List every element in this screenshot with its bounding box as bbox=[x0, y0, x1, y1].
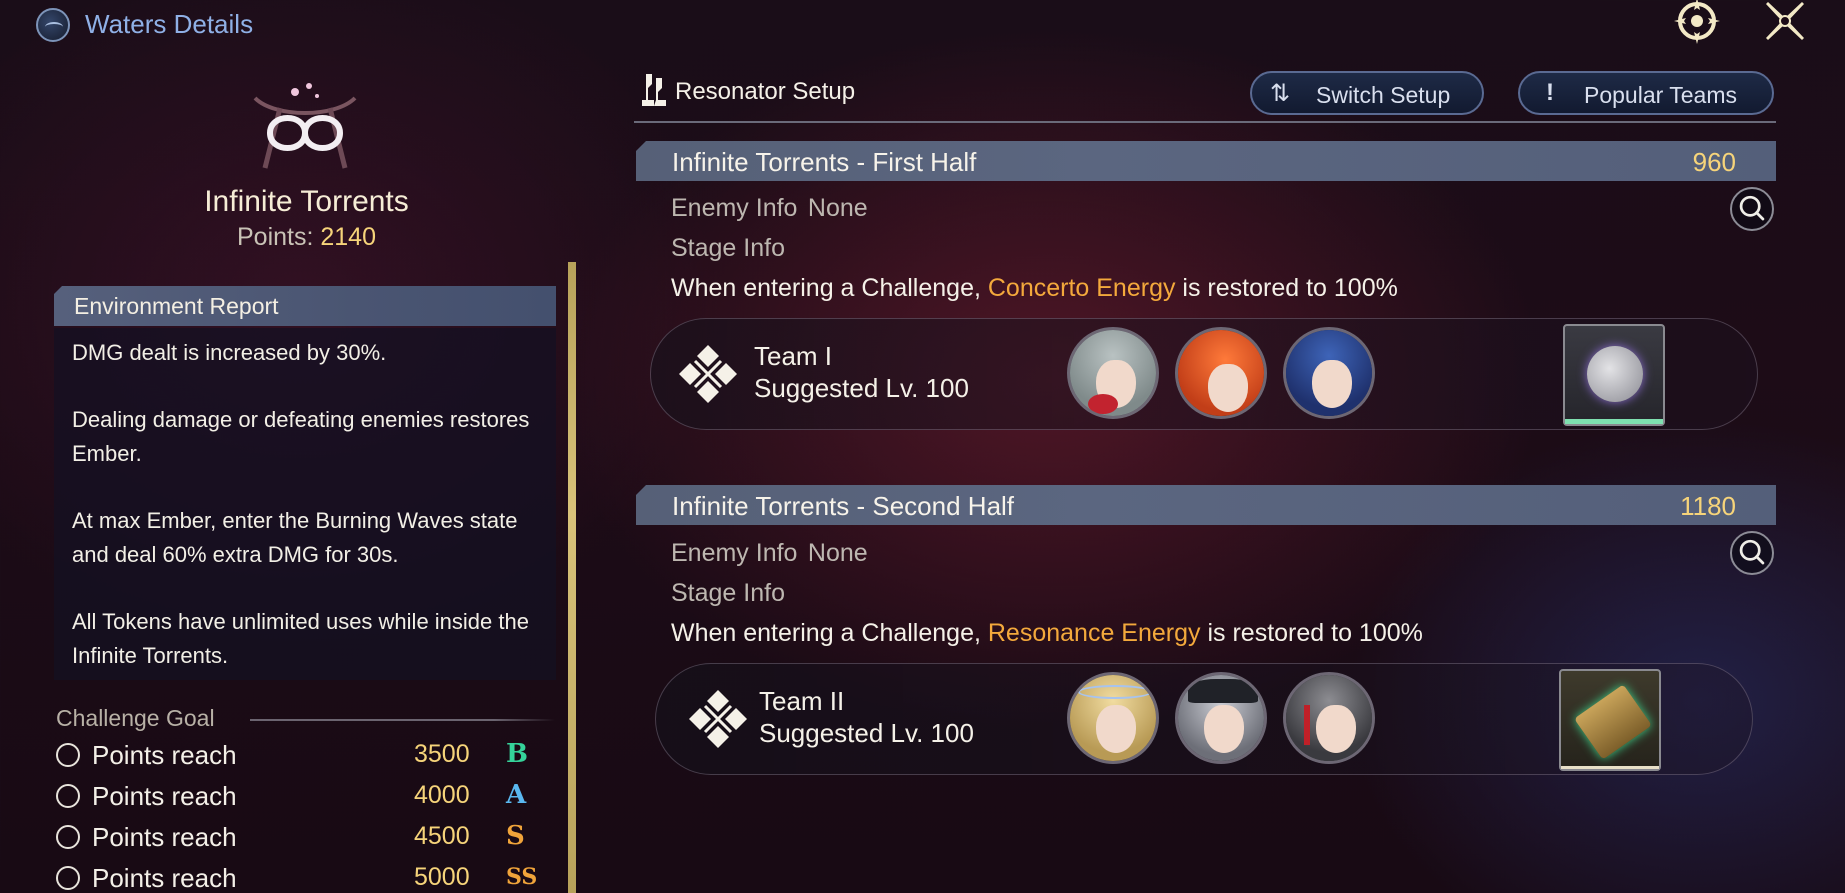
compass-icon[interactable] bbox=[1672, 0, 1722, 46]
stage-text-prefix: When entering a Challenge, bbox=[671, 274, 988, 302]
team-suggested-level: Suggested Lv. 100 bbox=[754, 373, 969, 403]
goal-radio bbox=[56, 866, 80, 890]
goal-label: Points reach bbox=[92, 740, 237, 770]
first-half-header: Infinite Torrents - First Half 960 bbox=[636, 141, 1776, 181]
scrollbar[interactable] bbox=[568, 262, 576, 893]
resonator-avatar[interactable] bbox=[1175, 672, 1267, 764]
environment-paragraph: All Tokens have unlimited uses while ins… bbox=[72, 609, 529, 668]
tower-points: Points: 2140 bbox=[0, 223, 613, 252]
stage-text-prefix: When entering a Challenge, bbox=[671, 619, 988, 647]
resonator-avatar[interactable] bbox=[1283, 327, 1375, 419]
section-title: Infinite Torrents - Second Half bbox=[672, 491, 1015, 521]
divider bbox=[634, 121, 1776, 123]
challenge-goal-row: Points reach 3500 B bbox=[56, 737, 556, 773]
search-icon bbox=[1739, 195, 1765, 221]
exclamation-icon: ! bbox=[1546, 79, 1554, 106]
second-half-header: Infinite Torrents - Second Half 1180 bbox=[636, 485, 1776, 525]
team-suggested-level: Suggested Lv. 100 bbox=[759, 718, 974, 748]
challenge-goal-row: Points reach 5000 SS bbox=[56, 860, 556, 893]
stage-text-suffix: is restored to 100% bbox=[1175, 274, 1398, 302]
enemy-search-button[interactable] bbox=[1730, 531, 1774, 575]
tower-name: Infinite Torrents bbox=[204, 185, 409, 218]
environment-paragraph: At max Ember, enter the Burning Waves st… bbox=[72, 508, 518, 567]
stage-highlight: Concerto Energy bbox=[987, 274, 1176, 302]
challenge-goal-row: Points reach 4000 A bbox=[56, 778, 556, 814]
environment-paragraph: Dealing damage or defeating enemies rest… bbox=[72, 407, 530, 466]
rank-b-icon: B bbox=[506, 739, 528, 769]
resonator-avatar[interactable] bbox=[1175, 327, 1267, 419]
goal-radio bbox=[56, 825, 80, 849]
goal-label: Points reach bbox=[92, 781, 237, 811]
echo-slot[interactable] bbox=[1559, 669, 1661, 771]
section-title: Infinite Torrents - First Half bbox=[672, 147, 977, 177]
enemy-info: Enemy Info None bbox=[671, 194, 868, 223]
popular-teams-label: Popular Teams bbox=[1584, 82, 1737, 108]
resonator-setup-title: Resonator Setup bbox=[675, 78, 856, 105]
enemy-info-value: None bbox=[807, 539, 868, 567]
stage-info-label: Stage Info bbox=[671, 234, 785, 262]
stage-info-label: Stage Info bbox=[671, 579, 785, 607]
tower-emblem-icon bbox=[36, 8, 70, 42]
stage-info-description: When entering a Challenge, Resonance Ene… bbox=[671, 619, 1423, 648]
goal-label: Points reach bbox=[92, 822, 237, 852]
popular-teams-button[interactable]: ! Popular Teams bbox=[1518, 71, 1774, 115]
team-name: Team II bbox=[759, 686, 845, 716]
enemy-search-button[interactable] bbox=[1730, 187, 1774, 231]
enemy-info-value: None bbox=[807, 194, 868, 222]
challenge-goal-title: Challenge Goal bbox=[56, 705, 215, 731]
search-icon bbox=[1739, 539, 1765, 565]
rank-ss-icon: SS bbox=[506, 864, 538, 890]
close-icon[interactable] bbox=[1760, 0, 1810, 46]
team-card[interactable]: Team II Suggested Lv. 100 bbox=[655, 663, 1753, 775]
section-points: 960 bbox=[1692, 147, 1736, 177]
team-crest-icon bbox=[675, 341, 741, 407]
points-value: 2140 bbox=[320, 223, 376, 251]
section-points: 1180 bbox=[1680, 491, 1736, 521]
stage-info-description: When entering a Challenge, Concerto Ener… bbox=[671, 274, 1398, 303]
goal-radio bbox=[56, 743, 80, 767]
team-card[interactable]: Team I Suggested Lv. 100 bbox=[650, 318, 1758, 430]
resonator-avatar[interactable] bbox=[1067, 672, 1159, 764]
environment-report-title: Environment Report bbox=[74, 293, 279, 319]
environment-report-body: DMG dealt is increased by 30%. Dealing d… bbox=[54, 328, 556, 680]
divider bbox=[250, 719, 555, 721]
team-crest-icon bbox=[685, 686, 751, 752]
switch-setup-button[interactable]: ⇅ Switch Setup bbox=[1250, 71, 1484, 115]
challenge-goal-row: Points reach 4500 S bbox=[56, 819, 556, 855]
enemy-info: Enemy Info None bbox=[671, 539, 868, 568]
environment-report-header: Environment Report bbox=[54, 286, 556, 326]
enemy-info-label: Enemy Info bbox=[671, 539, 798, 567]
echo-slot[interactable] bbox=[1563, 324, 1665, 426]
points-label: Points: bbox=[236, 223, 314, 251]
page-title: Waters Details bbox=[85, 9, 254, 39]
stage-highlight: Resonance Energy bbox=[987, 619, 1201, 647]
rank-a-icon: A bbox=[506, 780, 527, 810]
swap-icon: ⇅ bbox=[1270, 80, 1291, 107]
resonator-setup-icon bbox=[640, 70, 668, 110]
resonator-avatar[interactable] bbox=[1283, 672, 1375, 764]
resonator-avatar[interactable] bbox=[1067, 327, 1159, 419]
goal-label: Points reach bbox=[92, 863, 237, 893]
goal-radio bbox=[56, 784, 80, 808]
switch-setup-label: Switch Setup bbox=[1316, 82, 1451, 108]
rank-s-icon: S bbox=[506, 821, 525, 851]
stage-text-suffix: is restored to 100% bbox=[1200, 619, 1423, 647]
environment-paragraph: DMG dealt is increased by 30%. bbox=[72, 340, 387, 365]
team-name: Team I bbox=[754, 341, 833, 371]
enemy-info-label: Enemy Info bbox=[671, 194, 798, 222]
tower-emblem-image bbox=[225, 78, 385, 178]
